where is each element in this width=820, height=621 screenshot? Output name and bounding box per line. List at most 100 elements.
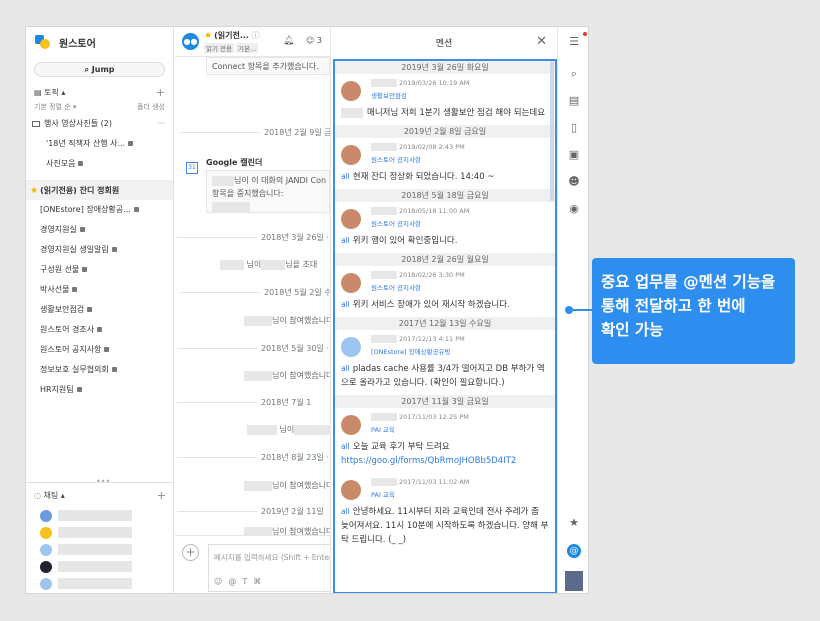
mention-room-link[interactable]: [ONEstore] 장애상황공유방 xyxy=(371,346,549,356)
sidebar-item-topic[interactable]: 정보보호 실무협의회 xyxy=(26,360,173,380)
chat-row[interactable] xyxy=(26,558,174,575)
mention-icon[interactable]: @ xyxy=(228,577,236,586)
redacted-name xyxy=(58,527,132,538)
message-composer: + 메시지를 입력하세요 (Shift + Enter) ☺ @ T ⌘ xyxy=(175,535,330,593)
text-format-icon[interactable]: T xyxy=(242,577,247,586)
avatar xyxy=(341,209,361,229)
bell-icon[interactable]: 🔔︎ xyxy=(283,36,294,46)
lock-icon xyxy=(104,347,110,352)
sidebar-item-label: 생활보안점검 xyxy=(40,305,85,314)
chat-row[interactable] xyxy=(26,507,174,524)
emoji-icon[interactable]: ☺ xyxy=(214,577,222,586)
members-icon[interactable]: ☻ xyxy=(568,176,580,188)
sidebar-item-topic[interactable]: 사진모음 xyxy=(26,154,173,174)
sidebar-item-topic[interactable]: 경영지원실 xyxy=(26,220,173,240)
members-icon: ☺ xyxy=(306,36,315,45)
inbox-icon[interactable]: ▣ xyxy=(568,149,580,161)
sidebar-item-topic[interactable]: HR지원팀 xyxy=(26,380,173,400)
date-separator: 2018년 7월 1 xyxy=(176,398,312,407)
mention-text: all 안녕하세요. 11시부터 지라 교육인데 전사 주레가 좀 늦어져서요. … xyxy=(341,507,549,545)
chat-row[interactable] xyxy=(26,524,174,541)
chat-list xyxy=(26,507,174,592)
mention-icon[interactable]: @ xyxy=(567,544,581,558)
sidebar-item-topic[interactable]: 행사 영상사진들 (2) ··· xyxy=(26,114,173,134)
member-count[interactable]: ☺ 3 xyxy=(306,36,322,45)
folder-create-button[interactable]: 폴더 생성 xyxy=(137,102,165,114)
sticker-icon[interactable]: ⌘ xyxy=(253,577,261,586)
mention-item[interactable]: 2019/03/26 10:19 AM 생활보안점검 매니저님 저희 1분기 생활보… xyxy=(335,74,555,125)
sidebar-item-label: 정보보호 실무협의회 xyxy=(40,365,109,374)
redacted-name xyxy=(58,578,132,589)
mention-item[interactable]: 2018/02/26 3:30 PM 원스토어 공지사항 all 위키 서비스 장애가… xyxy=(335,266,555,317)
file-icon[interactable]: ▯ xyxy=(568,122,580,134)
message-list: Connect 항목을 추가했습니다. 2018년 2월 9일 금 31 Goo… xyxy=(175,57,330,535)
sidebar-item-topic[interactable]: 생활보안점검 xyxy=(26,300,173,320)
mention-room-link[interactable]: 원스토어 공지사항 xyxy=(371,154,549,164)
avatar[interactable] xyxy=(565,571,583,591)
sidebar-item-topic[interactable]: 경영지원실 생일알림 xyxy=(26,240,173,260)
star-icon[interactable]: ★ xyxy=(568,517,580,529)
sidebar-item-topic[interactable]: 구성원 선물 xyxy=(26,260,173,280)
lock-icon xyxy=(76,387,82,392)
mention-meta: 2017/11/03 12:25 PM xyxy=(371,413,549,423)
add-attachment-button[interactable]: + xyxy=(182,544,199,561)
message-icon[interactable]: ▤ xyxy=(568,95,580,107)
mention-panel-title: 멘션 xyxy=(435,38,453,49)
sidebar-item-label: 경영지원실 생일알림 xyxy=(40,245,109,254)
sidebar-item-topic[interactable]: 원스토어 경조사 xyxy=(26,320,173,340)
sidebar-item-topic[interactable]: 박사선물 xyxy=(26,280,173,300)
lock-icon xyxy=(72,287,78,292)
sidebar-item-topic[interactable]: '18년 직책자 산행 사... xyxy=(26,134,173,154)
sidebar-item-label: 경영지원실 xyxy=(40,225,77,234)
mention-room-link[interactable]: 생활보안점검 xyxy=(371,90,549,100)
connect-icon[interactable]: ◉ xyxy=(568,203,580,215)
chat-row[interactable] xyxy=(26,575,174,592)
team-header[interactable]: 원스토어 xyxy=(26,27,173,57)
avatar xyxy=(341,145,361,165)
mention-room-link[interactable]: 원스토어 공지사항 xyxy=(371,218,549,228)
sidebar-item-topic[interactable]: [ONEstore] 장애상황공... xyxy=(26,200,173,220)
mention-item[interactable]: 2019/02/08 2:43 PM 원스토어 공지사항 all 현재 잔디 정상화 … xyxy=(335,138,555,189)
all-mention-tag: all xyxy=(341,300,350,309)
mention-item[interactable]: 2017/12/13 4:11 PM [ONEstore] 장애상황공유방 all p… xyxy=(335,330,555,395)
topic-tag: 읽기 전용 xyxy=(204,43,234,53)
star-icon[interactable]: ★ xyxy=(204,31,212,41)
sort-dropdown[interactable]: 기본 정렬 순 ▾ xyxy=(34,102,76,114)
search-icon[interactable]: ⌕ xyxy=(568,68,580,80)
google-calendar-sender: Google 캘린더 xyxy=(206,158,263,167)
redacted-name xyxy=(58,544,132,555)
mention-date-header: 2019년 2월 8일 금요일 xyxy=(335,125,555,138)
mention-item[interactable]: 2017/11/03 12:25 PM PAI 교육 all 오늘 교육 후기 부탁 … xyxy=(335,408,555,473)
info-icon[interactable]: ⓘ xyxy=(252,31,260,40)
mention-room-link[interactable]: 원스토어 공지사항 xyxy=(371,282,549,292)
folder-more-button[interactable]: ··· xyxy=(157,114,165,134)
all-mention-tag: all xyxy=(341,364,350,373)
avatar xyxy=(341,273,361,293)
redacted-name xyxy=(58,561,132,572)
mention-room-link[interactable]: PAI 교육 xyxy=(371,424,549,434)
chat-row[interactable] xyxy=(26,541,174,558)
mention-item[interactable]: 2018/05/18 11:00 AM 원스토어 공지사항 all 위키 행이 있어 … xyxy=(335,202,555,253)
sidebar-item-label: 박사선물 xyxy=(40,285,70,294)
app-window: 원스토어 ⌕ Jump ▤ 토픽 ▴ + 기본 정렬 순 ▾ 폴더 생성 행사 … xyxy=(25,26,589,594)
callout-line: 통해 전달하고 한 번에 xyxy=(601,297,746,315)
topic-header: ●● ★ (읽기전... ⓘ 읽기 전용 기본... 🔔︎ ☺ 3 xyxy=(175,27,330,57)
add-topic-button[interactable]: + xyxy=(156,86,165,99)
mention-text: 매니저님 저희 1분기 생활보안 점검 해야 되는데요 xyxy=(341,106,549,120)
mention-link[interactable]: https://goo.gl/forms/QbRmoJHOBb5D4IT2 xyxy=(341,454,549,468)
add-chat-button[interactable]: + xyxy=(157,489,166,502)
close-icon[interactable]: ✕ xyxy=(536,34,547,49)
mention-date-header: 2017년 12월 13일 수요일 xyxy=(335,317,555,330)
mention-panel-header: 멘션 ✕ xyxy=(331,27,557,57)
jump-button[interactable]: ⌕ Jump xyxy=(34,62,165,77)
menu-icon[interactable]: ☰ xyxy=(568,36,580,48)
lock-icon xyxy=(111,367,117,372)
mention-item[interactable]: 2017/11/03 11:02 AM PAI 교육 all 안녕하세요. 11시부터… xyxy=(335,473,555,552)
sidebar-item-topic[interactable]: 원스토어 공지사항 xyxy=(26,340,173,360)
date-separator: 2018년 5월 30일 · xyxy=(177,344,329,353)
avatar xyxy=(40,526,52,539)
sidebar-item-topic[interactable]: ★ (읽기전용) 잔디 정회원 xyxy=(26,180,173,200)
mention-room-link[interactable]: PAI 교육 xyxy=(371,489,549,499)
topic-title[interactable]: ★ (읽기전... ⓘ xyxy=(204,30,260,41)
all-mention-tag: all xyxy=(341,442,350,451)
